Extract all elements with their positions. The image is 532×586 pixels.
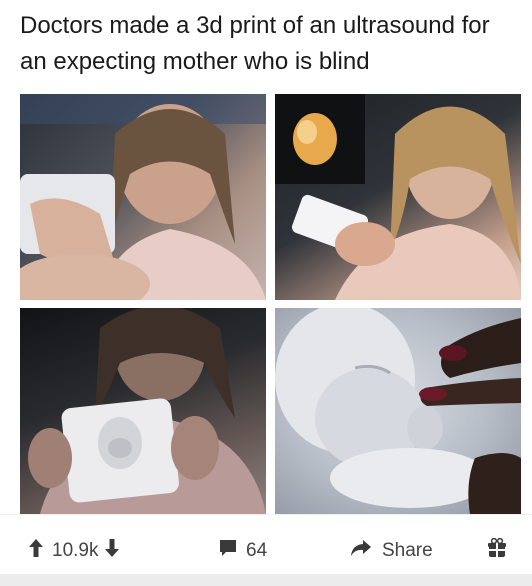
photo-grid [20, 94, 524, 514]
post-title: Doctors made a 3d print of an ultrasound… [20, 12, 490, 75]
share-label: Share [382, 540, 433, 561]
photo-mother-holding-print[interactable] [20, 308, 266, 514]
bottom-divider [0, 574, 532, 586]
photo-mother-touching-print[interactable] [20, 94, 266, 300]
arrow-down-icon[interactable] [104, 538, 120, 564]
share-arrow-icon [350, 539, 372, 563]
share-button[interactable]: Share [350, 539, 433, 563]
speech-bubble-icon [218, 538, 238, 564]
photo-print-closeup[interactable] [275, 308, 521, 514]
vote-group: 10.9k [28, 539, 120, 563]
photo-mother-smiling-screen[interactable] [275, 94, 521, 300]
arrow-up-icon[interactable] [28, 538, 44, 564]
award-button[interactable] [488, 537, 506, 564]
comment-count: 64 [246, 540, 268, 561]
comments-button[interactable]: 64 [218, 539, 267, 563]
vote-count: 10.9k [52, 540, 99, 561]
gift-icon [488, 537, 506, 564]
